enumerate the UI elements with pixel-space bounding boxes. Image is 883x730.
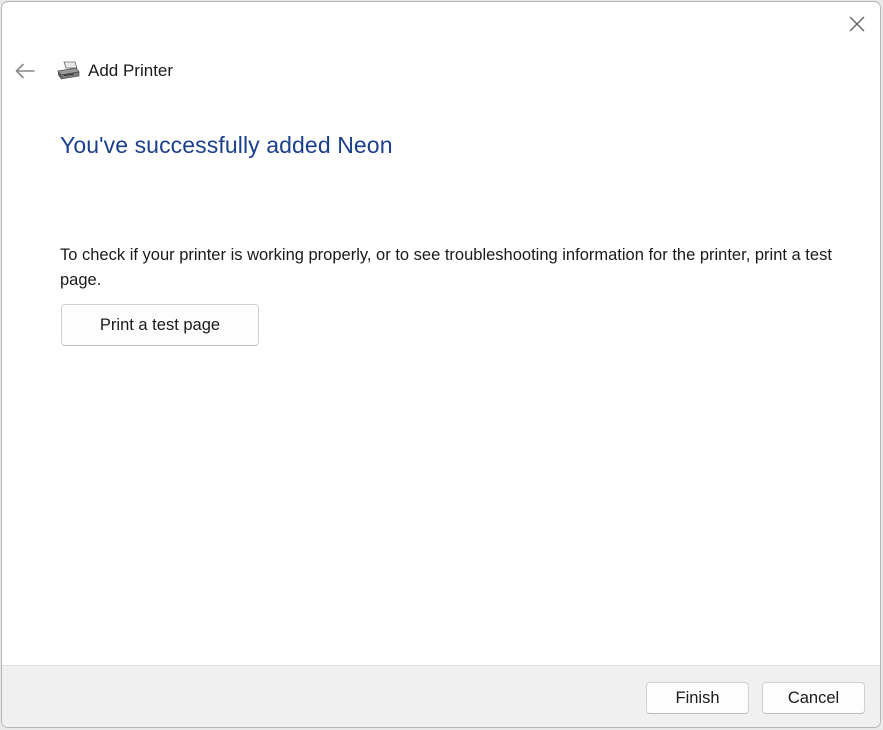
back-arrow-icon bbox=[15, 63, 35, 79]
back-button[interactable] bbox=[12, 58, 38, 84]
print-test-page-button[interactable]: Print a test page bbox=[61, 304, 259, 346]
finish-button[interactable]: Finish bbox=[646, 682, 749, 714]
dialog-footer: Finish Cancel bbox=[2, 665, 880, 727]
test-page-description: To check if your printer is working prop… bbox=[60, 246, 832, 289]
success-heading: You've successfully added Neon bbox=[60, 132, 393, 158]
dialog-header: Add Printer bbox=[12, 56, 173, 86]
add-printer-dialog: Add Printer You've successfully added Ne… bbox=[1, 1, 881, 728]
close-button[interactable] bbox=[842, 10, 872, 38]
close-icon bbox=[849, 16, 865, 32]
window-title: Add Printer bbox=[88, 61, 174, 80]
cancel-button[interactable]: Cancel bbox=[762, 682, 865, 714]
printer-icon bbox=[56, 60, 80, 82]
